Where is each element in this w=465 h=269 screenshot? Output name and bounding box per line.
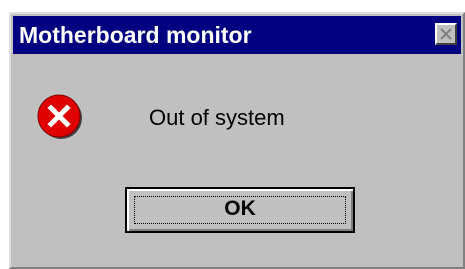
close-button[interactable]: [435, 23, 457, 45]
window-title: Motherboard monitor: [19, 22, 252, 48]
error-icon: [37, 94, 82, 139]
close-icon: [440, 28, 452, 40]
ok-button[interactable]: OK: [125, 187, 355, 233]
error-message: Out of system: [149, 105, 285, 130]
title-bar[interactable]: Motherboard monitor: [13, 16, 461, 54]
message-dialog: Motherboard monitor Out of system OK: [9, 12, 465, 269]
ok-button-label: OK: [224, 197, 256, 220]
